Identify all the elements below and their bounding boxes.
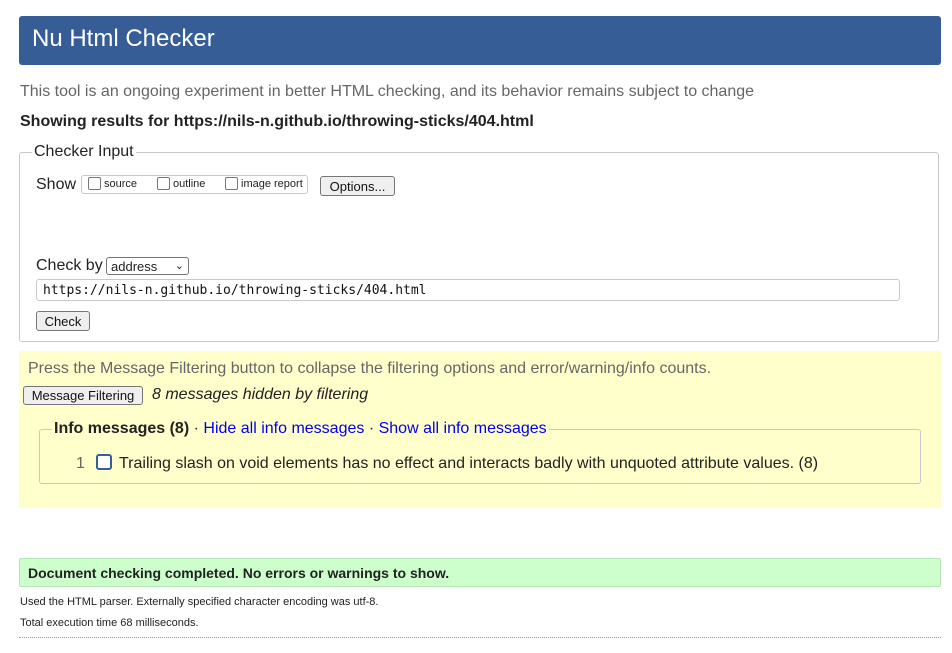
options-button[interactable]: Options... <box>320 176 395 196</box>
chevron-down-icon: ⌄ <box>174 260 184 272</box>
check-button[interactable]: Check <box>36 311 90 331</box>
info-messages-legend: Info messages (8) · Hide all info messag… <box>52 420 549 438</box>
image-report-checkbox-box[interactable] <box>225 177 238 190</box>
show-label: Show <box>36 176 77 193</box>
check-by-selected: address <box>111 258 158 274</box>
url-input[interactable]: https://nils-n.github.io/throwing-sticks… <box>36 279 900 301</box>
check-by-label: Check by <box>36 257 103 274</box>
outline-checkbox-box[interactable] <box>157 177 170 190</box>
image-report-checkbox-label: image report <box>241 177 303 190</box>
message-number: 1 <box>76 455 85 472</box>
message-filter-checkbox[interactable] <box>96 454 112 470</box>
source-checkbox[interactable]: source <box>88 177 137 190</box>
check-by-select[interactable]: address ⌄ <box>106 257 189 275</box>
outline-checkbox[interactable]: outline <box>157 177 205 190</box>
divider <box>19 637 941 638</box>
tagline: This tool is an ongoing experiment in be… <box>20 83 755 100</box>
success-banner: Document checking completed. No errors o… <box>19 558 941 587</box>
execution-time: Total execution time 68 milliseconds. <box>20 617 199 629</box>
separator: · <box>193 420 199 437</box>
showing-results-heading: Showing results for https://nils-n.githu… <box>20 113 534 130</box>
info-messages-title: Info messages (8) <box>54 420 190 437</box>
source-checkbox-box[interactable] <box>88 177 101 190</box>
separator: · <box>368 420 375 437</box>
source-checkbox-label: source <box>104 177 138 190</box>
page-title: Nu Html Checker <box>32 25 215 52</box>
checker-input-fieldset: Checker Input <box>19 143 939 342</box>
message-filtering-button[interactable]: Message Filtering <box>23 386 143 405</box>
show-all-info-link[interactable]: Show all info messages <box>379 420 547 437</box>
success-message: Document checking completed. No errors o… <box>28 565 450 581</box>
checker-input-legend: Checker Input <box>34 143 134 160</box>
show-options-group: source outline image report <box>81 175 308 194</box>
parser-note: Used the HTML parser. Externally specifi… <box>20 596 379 608</box>
hide-all-info-link[interactable]: Hide all info messages <box>203 420 364 437</box>
header-bar: Nu Html Checker <box>19 16 941 65</box>
message-text: Trailing slash on void elements has no e… <box>119 455 819 472</box>
hidden-messages-count: 8 messages hidden by filtering <box>152 386 369 403</box>
outline-checkbox-label: outline <box>173 177 206 190</box>
info-messages-fieldset: Info messages (8) · Hide all info messag… <box>39 420 921 484</box>
filtering-hint: Press the Message Filtering button to co… <box>28 360 712 377</box>
image-report-checkbox[interactable]: image report <box>225 177 303 190</box>
